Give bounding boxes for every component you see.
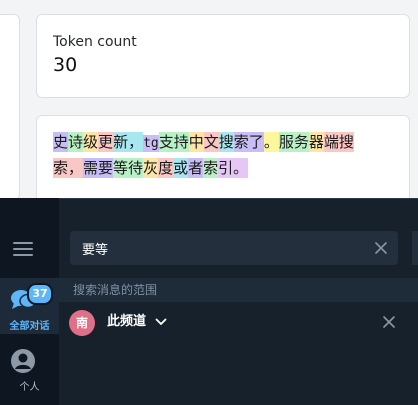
token-chip: 支持 bbox=[158, 132, 189, 152]
menu-icon[interactable] bbox=[13, 242, 33, 256]
close-scope-icon[interactable] bbox=[382, 315, 396, 329]
token-chip: 需要 bbox=[83, 158, 114, 178]
token-count-label: Token count bbox=[53, 34, 137, 50]
search-input[interactable] bbox=[82, 231, 362, 265]
token-chip: 级 bbox=[83, 132, 99, 152]
token-chip: 更 bbox=[98, 132, 114, 152]
person-icon bbox=[11, 349, 35, 373]
token-chip: tg bbox=[143, 135, 159, 152]
telegram-app: 37 全部对话 个人 搜索消息的范围 南 此频道 bbox=[0, 198, 418, 405]
folder-all-chats[interactable]: 37 全部对话 bbox=[0, 278, 59, 334]
toolbar-edge bbox=[412, 231, 418, 265]
chevron-down-icon[interactable] bbox=[155, 317, 167, 327]
folder-personal[interactable]: 个人 bbox=[0, 348, 59, 398]
token-chip: 诗 bbox=[68, 132, 84, 152]
token-chip: 索 bbox=[203, 158, 219, 178]
token-chip: 文 bbox=[203, 132, 219, 152]
token-chip: 中 bbox=[188, 132, 204, 152]
search-scope-row[interactable]: 南 此频道 bbox=[59, 304, 418, 340]
folder-personal-label: 个人 bbox=[19, 382, 40, 393]
token-chip: 灰 bbox=[143, 158, 159, 178]
clear-search-icon[interactable] bbox=[374, 241, 388, 255]
token-chip: 索了 bbox=[233, 132, 264, 152]
token-chip: 史 bbox=[53, 132, 69, 152]
token-chip: 索， bbox=[53, 158, 84, 178]
token-chip: 者 bbox=[188, 158, 204, 178]
search-box bbox=[70, 231, 398, 265]
token-chip: 端 bbox=[323, 132, 339, 152]
side-card bbox=[0, 14, 20, 198]
token-chip: 。 bbox=[263, 132, 279, 152]
token-chip: 或 bbox=[173, 158, 189, 178]
token-chip: 新， bbox=[113, 132, 144, 152]
search-scope-header: 搜索消息的范围 bbox=[59, 278, 418, 302]
folder-rail: 37 全部对话 个人 bbox=[0, 198, 59, 405]
token-text-card: 史诗级更新，tg支持中文搜索了。服务器端搜 索，需要等待灰度或者索引。 bbox=[36, 115, 410, 198]
token-line: 索，需要等待灰度或者索引。 bbox=[53, 156, 409, 180]
token-chip: 搜 bbox=[338, 132, 354, 152]
folder-all-chats-label: 全部对话 bbox=[9, 321, 50, 332]
channel-avatar: 南 bbox=[69, 310, 95, 336]
token-chip: 搜 bbox=[218, 132, 234, 152]
search-scope-name[interactable]: 此频道 bbox=[107, 304, 146, 340]
token-chip: 服务 bbox=[278, 132, 309, 152]
unread-badge: 37 bbox=[27, 283, 53, 305]
token-chip: 度 bbox=[158, 158, 174, 178]
token-chip: 引。 bbox=[218, 158, 249, 178]
token-line: 史诗级更新，tg支持中文搜索了。服务器端搜 bbox=[53, 130, 409, 156]
token-chip: 等待 bbox=[113, 158, 144, 178]
token-count-card: Token count 30 bbox=[36, 14, 410, 98]
token-chip: 器 bbox=[308, 132, 324, 152]
tokenizer-panel: Token count 30 史诗级更新，tg支持中文搜索了。服务器端搜 索，需… bbox=[0, 0, 418, 198]
token-count-value: 30 bbox=[53, 54, 78, 76]
